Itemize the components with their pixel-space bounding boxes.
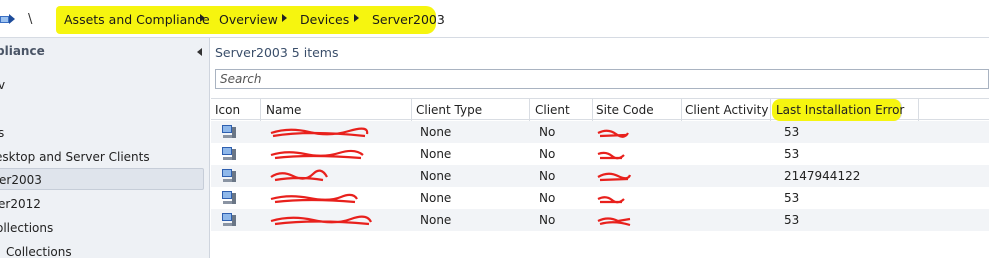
redaction-mark	[270, 127, 369, 138]
nav-item[interactable]: v	[0, 74, 204, 96]
table-row[interactable]: None No 53	[211, 209, 989, 231]
redaction-mark	[270, 169, 328, 182]
breadcrumb-item-assets[interactable]: Assets and Compliance	[64, 12, 210, 27]
item-count: 5 items	[291, 45, 339, 60]
breadcrumb-arrow-icon[interactable]	[200, 14, 205, 22]
redaction-mark	[597, 151, 625, 160]
panel-title: Server2003 5 items	[215, 45, 338, 60]
cell-last-installation-error: 2147944122	[784, 169, 861, 183]
back-icon[interactable]	[0, 11, 16, 27]
nav-item-desktop-server-clients[interactable]: esktop and Server Clients	[0, 146, 201, 168]
column-header-client[interactable]: Client	[531, 99, 593, 121]
cell-client-type: None	[420, 125, 452, 139]
redaction-mark	[597, 129, 629, 138]
grid-header: Icon Name Client Type Client Site Code C…	[211, 98, 989, 121]
breadcrumb-item-overview[interactable]: Overview	[219, 12, 278, 27]
breadcrumb-item-devices[interactable]: Devices	[300, 12, 349, 27]
redaction-mark	[270, 193, 358, 204]
breadcrumb-root-separator: \	[28, 12, 33, 27]
column-header-last-installation-error[interactable]: Last Installation Error	[772, 99, 904, 121]
computer-icon	[222, 213, 236, 226]
redaction-mark	[597, 172, 632, 182]
table-row[interactable]: None No 53	[211, 143, 989, 165]
cell-client: No	[539, 125, 556, 139]
panel-title-name: Server2003	[215, 45, 288, 60]
cell-client: No	[539, 213, 556, 227]
nav-item-collections[interactable]: Collections	[6, 241, 209, 258]
cell-last-installation-error: 53	[784, 191, 800, 205]
column-header-empty	[903, 99, 919, 121]
column-header-icon[interactable]: Icon	[211, 99, 261, 121]
main-panel: Server2003 5 items Search Icon Name Clie…	[211, 38, 989, 258]
computer-icon	[222, 191, 236, 204]
column-header-site-code[interactable]: Site Code	[592, 99, 682, 121]
nav-item-collections[interactable]: ollections	[0, 217, 202, 239]
cell-client: No	[539, 191, 556, 205]
table-row[interactable]: None No 53	[211, 121, 989, 143]
cell-last-installation-error: 53	[784, 125, 800, 139]
nav-item-server2003[interactable]: er2003	[0, 168, 204, 190]
column-header-client-activity[interactable]: Client Activity	[681, 99, 771, 121]
cell-client-type: None	[420, 213, 452, 227]
redaction-mark	[597, 196, 625, 204]
computer-icon	[222, 125, 236, 138]
redaction-mark	[597, 217, 631, 227]
cell-client: No	[539, 147, 556, 161]
redaction-mark	[270, 215, 373, 226]
nav-header: pliance	[0, 44, 45, 58]
cell-client-type: None	[420, 147, 452, 161]
nav-item[interactable]: s	[0, 122, 204, 144]
cell-client-type: None	[420, 191, 452, 205]
cell-last-installation-error: 53	[784, 147, 800, 161]
column-header-client-type[interactable]: Client Type	[412, 99, 530, 121]
nav-item-server2012[interactable]: er2012	[0, 193, 204, 215]
table-row[interactable]: None No 2147944122	[211, 165, 989, 187]
collapse-pane-icon[interactable]	[197, 48, 202, 56]
cell-client: No	[539, 169, 556, 183]
computer-icon	[222, 169, 236, 182]
column-header-name[interactable]: Name	[262, 99, 412, 121]
breadcrumb-bar: \ Assets and Compliance Overview Devices…	[0, 0, 989, 38]
redaction-mark	[270, 149, 364, 160]
breadcrumb-item-server2003[interactable]: Server2003	[372, 12, 445, 27]
breadcrumb-arrow-icon[interactable]	[282, 14, 287, 22]
computer-icon	[222, 147, 236, 160]
breadcrumb-arrow-icon[interactable]	[354, 14, 359, 22]
cell-client-type: None	[420, 169, 452, 183]
search-input[interactable]: Search	[215, 69, 989, 89]
navigation-pane: pliance v s esktop and Server Clients er…	[0, 38, 210, 258]
table-row[interactable]: None No 53	[211, 187, 989, 209]
cell-last-installation-error: 53	[784, 213, 800, 227]
